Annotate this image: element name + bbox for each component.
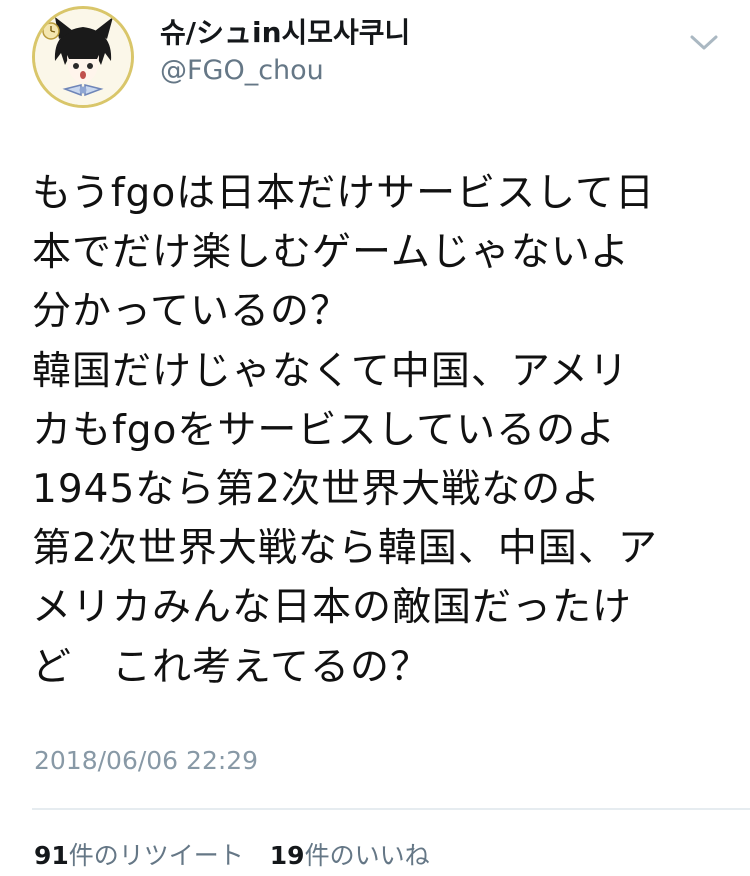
tweet-text-line: 本でだけ楽しむゲームじゃないよ xyxy=(32,230,631,276)
tweet-text-line: カもfgoをサービスしているのよ xyxy=(32,407,617,453)
tweet-text-line: ど これ考えてるの？ xyxy=(32,644,431,690)
tweet-text-line: もうfgoは日本だけサービスして日 xyxy=(32,171,656,216)
retweet-label: 件のリツイート xyxy=(68,841,244,870)
tweet-stats: 91件のリツイート 19件のいいね xyxy=(34,836,448,872)
tweet-text-line: 韓国だけじゃなくて中国、アメリ xyxy=(32,348,629,394)
tweet-text-line: 分かっているの？ xyxy=(32,289,351,335)
user-handle[interactable]: @FGO_chou xyxy=(160,54,410,88)
retweet-count-link[interactable]: 91件のリツイート xyxy=(34,836,244,872)
tweet-text: もうfgoは日本だけサービスして日 本でだけ楽しむゲームじゃないよ 分かっている… xyxy=(32,164,732,697)
like-label: 件のいいね xyxy=(304,841,430,870)
display-name[interactable]: 슈/シュin시모사쿠니 xyxy=(160,16,410,50)
chevron-down-icon[interactable] xyxy=(686,30,722,54)
divider xyxy=(32,808,750,810)
tweet-text-line: 第2次世界大戦なら韓国、中国、ア xyxy=(32,526,658,572)
author-names: 슈/シュin시모사쿠니 @FGO_chou xyxy=(160,16,410,88)
avatar-icon[interactable] xyxy=(32,6,134,108)
like-count: 19 xyxy=(269,841,305,870)
tweet-text-line: 1945なら第2次世界大戦なのよ xyxy=(32,467,602,513)
tweet-header: 슈/シュin시모사쿠니 @FGO_chou xyxy=(32,6,722,110)
tweet-text-line: メリカみんな日本の敵国だったけ xyxy=(32,585,633,631)
tweet-timestamp[interactable]: 2018/06/06 22:29 xyxy=(34,746,258,775)
retweet-count: 91 xyxy=(34,841,69,870)
like-count-link[interactable]: 19件のいいね xyxy=(270,836,430,872)
tweet-card: 슈/シュin시모사쿠니 @FGO_chou もうfgoは日本だけサービスして日 … xyxy=(0,0,750,876)
